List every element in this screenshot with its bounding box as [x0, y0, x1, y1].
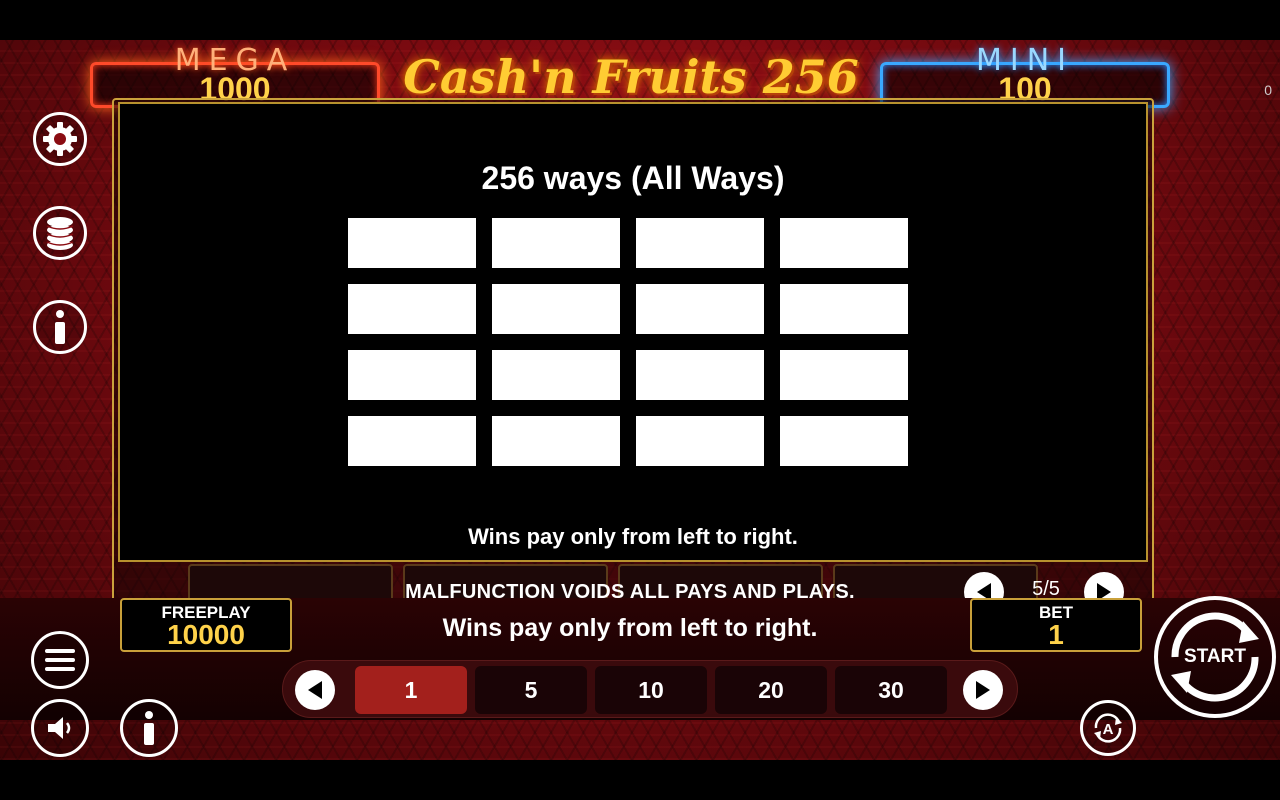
grid-cell	[636, 284, 764, 334]
corner-counter: 0	[1264, 82, 1272, 98]
grid-cell	[636, 350, 764, 400]
bet-option-5[interactable]: 5	[475, 666, 587, 714]
start-label: START	[1184, 646, 1246, 667]
grid-cell	[636, 416, 764, 466]
bet-option-30[interactable]: 30	[835, 666, 947, 714]
speaker-icon	[48, 717, 71, 739]
grid-cell	[492, 350, 620, 400]
start-button[interactable]: START	[1154, 596, 1276, 718]
grid-cell	[492, 284, 620, 334]
bet-display: BET 1	[970, 598, 1142, 652]
freeplay-balance: FREEPLAY 10000	[120, 598, 292, 652]
info-icon	[144, 711, 154, 745]
grid-cell	[348, 218, 476, 268]
status-message: Wins pay only from left to right.	[442, 614, 818, 642]
settings-button[interactable]	[33, 112, 87, 166]
sound-button[interactable]	[31, 699, 89, 757]
grid-cell	[492, 218, 620, 268]
autoplay-button[interactable]: A	[1080, 700, 1136, 756]
chevron-left-icon	[308, 681, 322, 699]
grid-cell	[780, 218, 908, 268]
info-icon	[55, 310, 65, 344]
svg-text:A: A	[1103, 721, 1114, 738]
freeplay-value: 10000	[167, 619, 245, 650]
autoplay-icon: A	[1094, 713, 1122, 743]
paytable-button[interactable]	[33, 206, 87, 260]
bet-increase-button[interactable]	[963, 670, 1003, 710]
info-page-title: 256 ways (All Ways)	[481, 160, 785, 196]
grid-cell	[780, 416, 908, 466]
info-page-note: Wins pay only from left to right.	[468, 524, 798, 549]
info-button[interactable]	[33, 300, 87, 354]
game-info-button[interactable]	[120, 699, 178, 757]
grid-cell	[348, 416, 476, 466]
ways-grid	[348, 218, 908, 466]
grid-cell	[780, 350, 908, 400]
bet-option-20[interactable]: 20	[715, 666, 827, 714]
settings-icon	[43, 122, 77, 156]
grid-cell	[492, 416, 620, 466]
grid-cell	[780, 284, 908, 334]
bet-value: 1	[1048, 619, 1064, 650]
bet-selector: 1 5 10 20 30	[282, 660, 1018, 718]
grid-cell	[348, 284, 476, 334]
menu-button[interactable]	[31, 631, 89, 689]
chevron-right-icon	[976, 681, 990, 699]
bet-option-10[interactable]: 10	[595, 666, 707, 714]
bet-decrease-button[interactable]	[295, 670, 335, 710]
grid-cell	[636, 218, 764, 268]
coins-icon	[46, 217, 74, 250]
grid-cell	[348, 350, 476, 400]
bet-option-1[interactable]: 1	[355, 666, 467, 714]
info-panel: 256 ways (All Ways) Wins pay only from l…	[118, 102, 1148, 562]
hamburger-menu-icon	[45, 649, 75, 671]
